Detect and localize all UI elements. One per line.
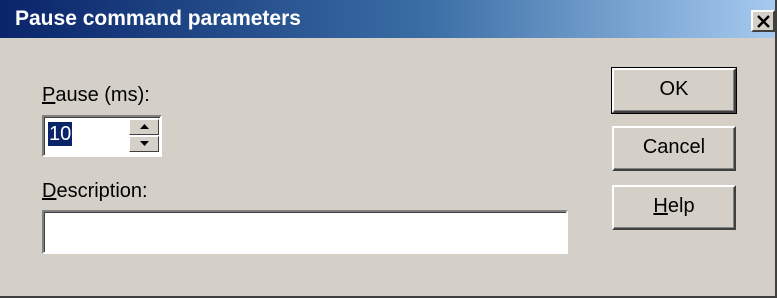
- help-button[interactable]: Help: [612, 185, 736, 230]
- cancel-button[interactable]: Cancel: [612, 126, 736, 171]
- close-button[interactable]: [751, 10, 775, 32]
- ok-button[interactable]: OK: [611, 67, 737, 114]
- description-input[interactable]: [46, 214, 572, 252]
- pause-spinner: 10: [42, 115, 162, 157]
- pause-input[interactable]: 10: [48, 122, 73, 146]
- description-label: Description:: [42, 180, 148, 202]
- title-bar[interactable]: Pause command parameters: [0, 0, 775, 38]
- pause-parameters-dialog: Pause command parameters Pause (ms): 10 …: [0, 0, 777, 298]
- spin-up-button[interactable]: [129, 119, 159, 135]
- dialog-title: Pause command parameters: [15, 7, 301, 30]
- spin-up-arrow-icon: [140, 124, 149, 129]
- description-field-frame: [42, 210, 572, 254]
- pause-label: Pause (ms):: [42, 84, 150, 106]
- spin-down-arrow-icon: [140, 141, 149, 146]
- close-icon: [757, 15, 770, 28]
- spin-down-button[interactable]: [129, 136, 159, 152]
